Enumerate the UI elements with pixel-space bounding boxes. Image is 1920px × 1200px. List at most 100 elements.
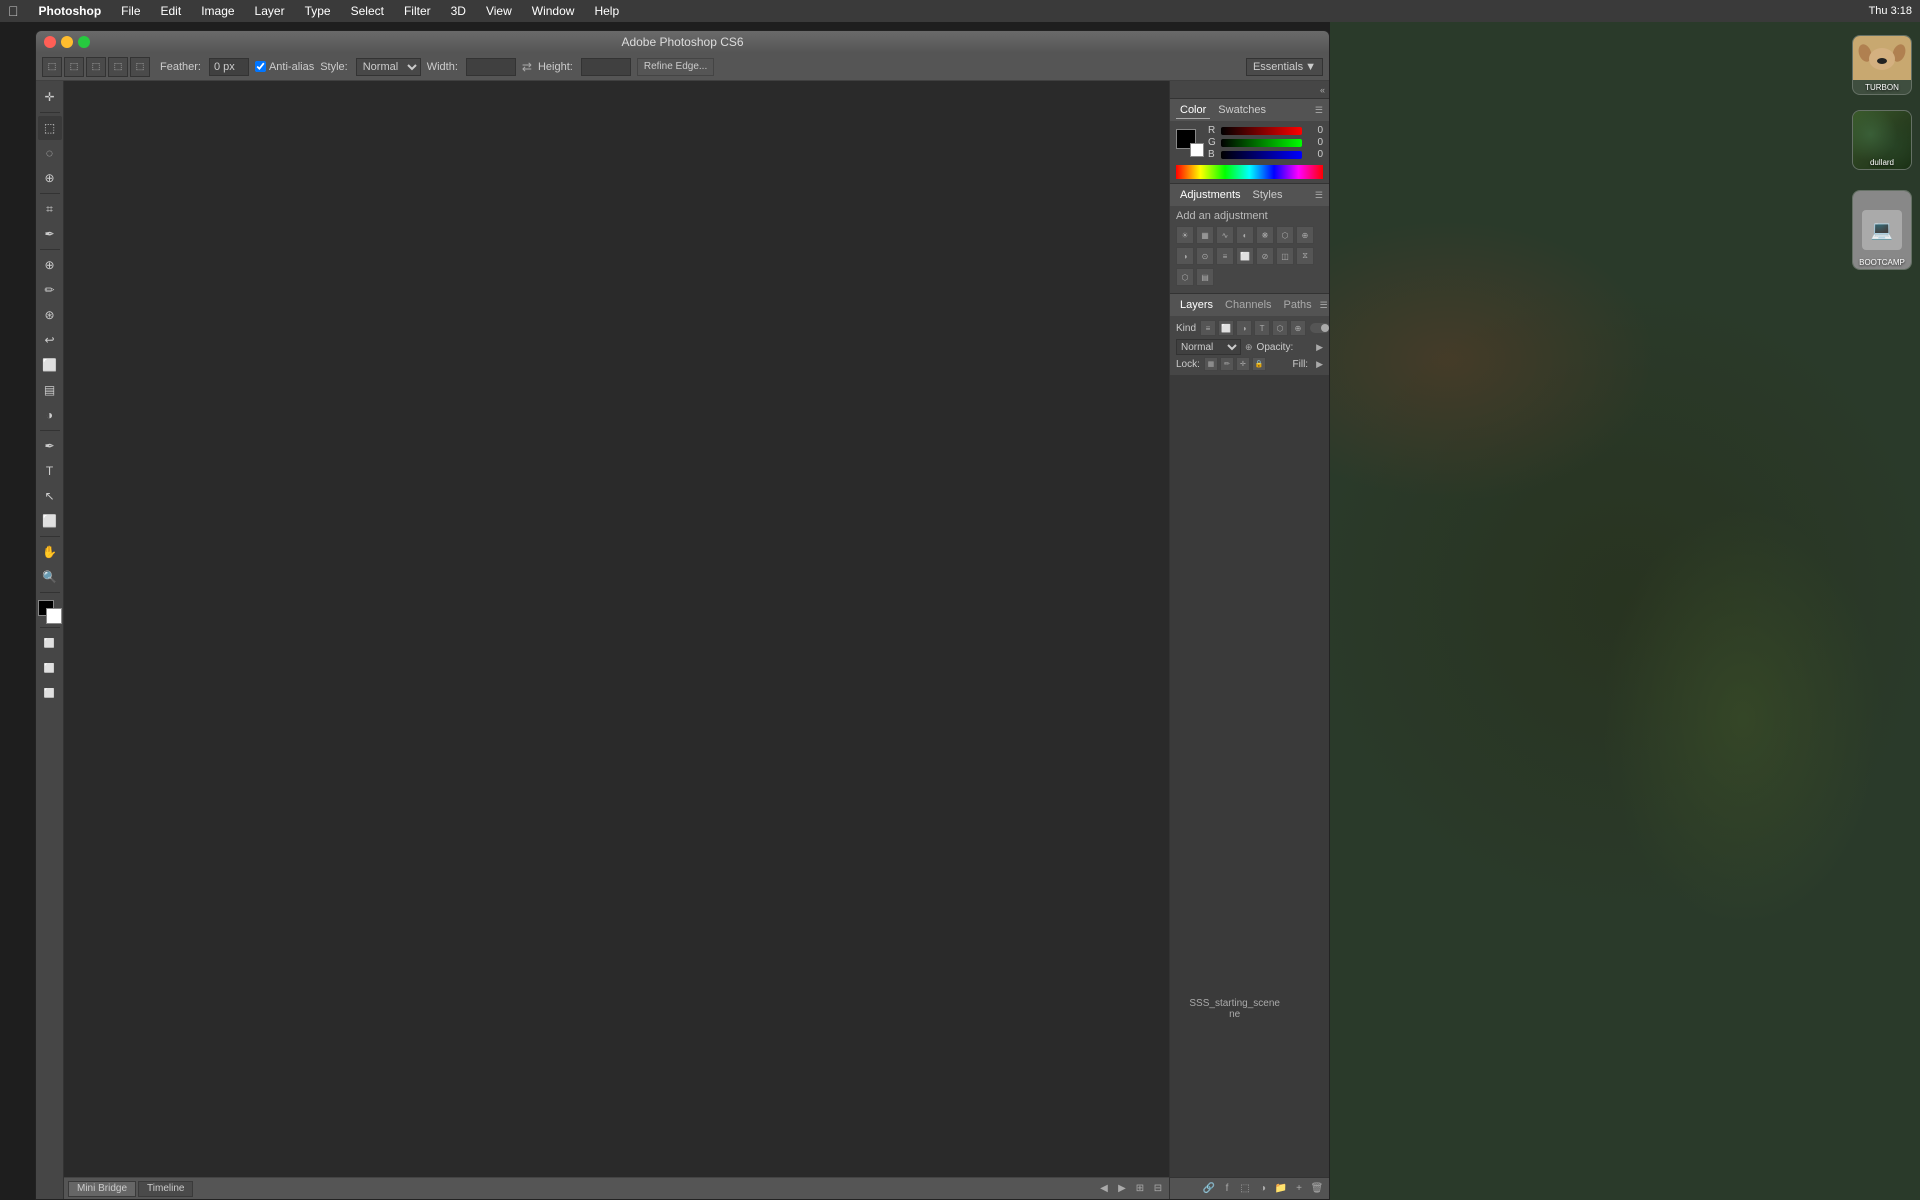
feather-input[interactable] xyxy=(209,58,249,76)
screen-mode-2[interactable]: ⬜ xyxy=(38,656,62,680)
layers-tab[interactable]: Layers xyxy=(1176,297,1217,313)
channels-tab[interactable]: Channels xyxy=(1221,297,1275,313)
lock-image[interactable]: ✏ xyxy=(1220,357,1234,371)
tool-icon-1[interactable]: ⬚ xyxy=(42,57,62,77)
shape-tool[interactable]: ⬜ xyxy=(38,509,62,533)
menu-image[interactable]: Image xyxy=(197,4,238,18)
layer-toggle[interactable] xyxy=(1310,323,1329,333)
dock-item-dullard[interactable]: dullard xyxy=(1852,110,1912,170)
adjustments-panel-header[interactable]: Adjustments Styles ☰ xyxy=(1170,184,1329,206)
timeline-tab[interactable]: Timeline xyxy=(138,1181,193,1197)
adj-colorlookup[interactable]: ⬜ xyxy=(1236,247,1254,265)
clone-tool[interactable]: ⊛ xyxy=(38,303,62,327)
adj-posterize[interactable]: ◫ xyxy=(1276,247,1294,265)
brush-tool[interactable]: ✏ xyxy=(38,278,62,302)
color-tab[interactable]: Color xyxy=(1176,102,1210,119)
adj-brightness[interactable]: ☀ xyxy=(1176,226,1194,244)
kind-adjust[interactable]: ◑ xyxy=(1236,320,1252,336)
screen-mode-1[interactable]: ⬜ xyxy=(38,631,62,655)
eyedropper-tool[interactable]: ✒ xyxy=(38,222,62,246)
anti-alias-checkbox[interactable]: Anti-alias xyxy=(255,61,314,73)
swatches-tab[interactable]: Swatches xyxy=(1214,102,1270,118)
adj-channelmixer[interactable]: ≡ xyxy=(1216,247,1234,265)
move-tool[interactable]: ✛ xyxy=(38,85,62,109)
tool-icon-2[interactable]: ⬚ xyxy=(64,57,84,77)
adj-bw[interactable]: ◑ xyxy=(1176,247,1194,265)
tool-icon-3[interactable]: ⬚ xyxy=(86,57,106,77)
adj-selectivecolor[interactable]: ⬡ xyxy=(1176,268,1194,286)
adj-threshold[interactable]: ⧖ xyxy=(1296,247,1314,265)
layer-delete-icon[interactable]: 🗑 xyxy=(1309,1181,1325,1197)
refine-edge-button[interactable]: Refine Edge... xyxy=(637,58,714,76)
layer-fx-icon[interactable]: f xyxy=(1219,1181,1235,1197)
color-panel-header[interactable]: Color Swatches ☰ xyxy=(1170,99,1329,121)
canvas-content[interactable] xyxy=(64,81,1169,1177)
workspace-selector[interactable]: Essentials ▼ xyxy=(1246,58,1323,76)
quick-select-tool[interactable]: ⊕ xyxy=(38,166,62,190)
layers-list[interactable] xyxy=(1170,375,1329,1177)
adj-invert[interactable]: ⊘ xyxy=(1256,247,1274,265)
pen-tool[interactable]: ✒ xyxy=(38,434,62,458)
canvas-area[interactable]: Mini Bridge Timeline ◀ ▶ ⊞ ⊟ xyxy=(64,81,1169,1199)
styles-tab[interactable]: Styles xyxy=(1249,187,1287,203)
fill-expand[interactable]: ▶ xyxy=(1316,359,1323,370)
swap-icon[interactable]: ⇄ xyxy=(522,60,532,74)
layer-link-icon[interactable]: 🔗 xyxy=(1201,1181,1217,1197)
adj-vibrance[interactable]: ❋ xyxy=(1256,226,1274,244)
style-select[interactable]: Normal Fixed Ratio Fixed Size xyxy=(356,58,421,76)
menu-view[interactable]: View xyxy=(482,4,516,18)
dock-item-turbon[interactable]: TURBON xyxy=(1852,35,1912,95)
b-slider[interactable] xyxy=(1221,151,1302,159)
adj-gradientmap[interactable]: ▤ xyxy=(1196,268,1214,286)
bg-color-swatch[interactable] xyxy=(1190,143,1204,157)
r-slider[interactable] xyxy=(1221,127,1302,135)
color-swatches[interactable] xyxy=(38,600,62,624)
eraser-tool[interactable]: ⬜ xyxy=(38,353,62,377)
panel-menu-icon[interactable]: ☰ xyxy=(1315,105,1323,116)
adj-exposure[interactable]: ◐ xyxy=(1236,226,1254,244)
adj-levels[interactable]: ▦ xyxy=(1196,226,1214,244)
kind-pixel[interactable]: ⬜ xyxy=(1218,320,1234,336)
menu-photoshop[interactable]: Photoshop xyxy=(35,4,106,18)
layer-mask-icon[interactable]: ⬚ xyxy=(1237,1181,1253,1197)
dock-item-bootcamp[interactable]: 💻 BOOTCAMP xyxy=(1852,190,1912,270)
type-tool[interactable]: T xyxy=(38,459,62,483)
minimize-button[interactable] xyxy=(61,36,73,48)
nav-icon-3[interactable]: ⊞ xyxy=(1133,1182,1147,1196)
menu-select[interactable]: Select xyxy=(347,4,388,18)
marquee-tool[interactable]: ⬚ xyxy=(38,116,62,140)
layer-adjust-icon[interactable]: ◑ xyxy=(1255,1181,1271,1197)
layer-group-icon[interactable]: 📁 xyxy=(1273,1181,1289,1197)
hand-tool[interactable]: ✋ xyxy=(38,540,62,564)
menu-file[interactable]: File xyxy=(117,4,144,18)
close-button[interactable] xyxy=(44,36,56,48)
kind-shape[interactable]: ⬡ xyxy=(1272,320,1288,336)
apple-menu[interactable]:  xyxy=(8,3,19,19)
paths-tab[interactable]: Paths xyxy=(1280,297,1316,313)
adj-hue[interactable]: ⬡ xyxy=(1276,226,1294,244)
nav-icon-1[interactable]: ◀ xyxy=(1097,1182,1111,1196)
adjustments-tab[interactable]: Adjustments xyxy=(1176,187,1245,203)
dodge-tool[interactable]: ◑ xyxy=(38,403,62,427)
tool-icon-4[interactable]: ⬚ xyxy=(108,57,128,77)
blend-mode-select[interactable]: Normal Dissolve Multiply xyxy=(1176,339,1241,355)
layers-menu-icon[interactable]: ☰ xyxy=(1320,300,1328,311)
crop-tool[interactable]: ⌗ xyxy=(38,197,62,221)
adj-curves[interactable]: ∿ xyxy=(1216,226,1234,244)
nav-icon-4[interactable]: ⊟ xyxy=(1151,1182,1165,1196)
mini-bridge-tab[interactable]: Mini Bridge xyxy=(68,1181,136,1197)
g-slider[interactable] xyxy=(1221,139,1302,147)
screen-mode-3[interactable]: ⬜ xyxy=(38,681,62,705)
kind-smart[interactable]: ⊕ xyxy=(1290,320,1306,336)
opacity-expand[interactable]: ▶ xyxy=(1316,342,1323,353)
gradient-tool[interactable]: ▤ xyxy=(38,378,62,402)
menu-filter[interactable]: Filter xyxy=(400,4,435,18)
width-input[interactable] xyxy=(466,58,516,76)
lock-transparent[interactable]: ▦ xyxy=(1204,357,1218,371)
adj-menu-icon[interactable]: ☰ xyxy=(1315,190,1323,201)
lock-all[interactable]: 🔒 xyxy=(1252,357,1266,371)
healing-tool[interactable]: ⊕ xyxy=(38,253,62,277)
menu-help[interactable]: Help xyxy=(590,4,623,18)
blend-icon[interactable]: ⊕ xyxy=(1245,342,1253,353)
path-select-tool[interactable]: ↖ xyxy=(38,484,62,508)
